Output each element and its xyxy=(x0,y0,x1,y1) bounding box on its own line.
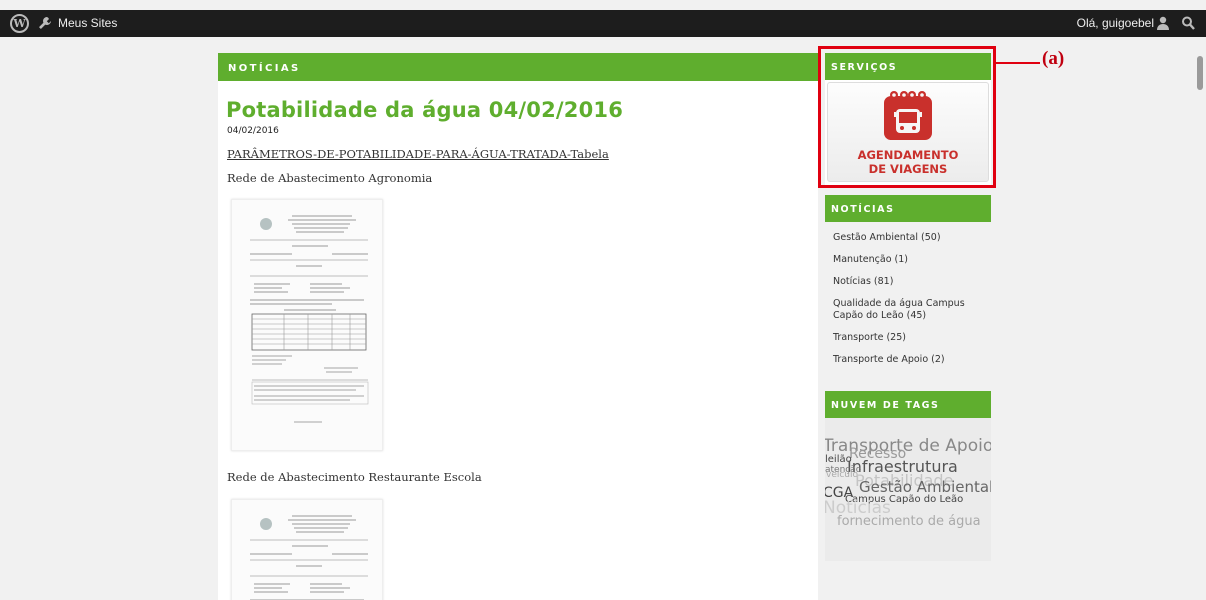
my-sites-label: Meus Sites xyxy=(58,16,118,30)
paragraph-restaurante: Rede de Abastecimento Restaurante Escola xyxy=(227,470,482,484)
section-title: NOTÍCIAS xyxy=(218,53,818,81)
tag-cloud-title: NUVEM DE TAGS xyxy=(825,391,991,418)
search-icon[interactable] xyxy=(1181,15,1195,31)
page-scrollbar[interactable] xyxy=(1196,37,1206,600)
admin-bar: W Meus Sites Olá, guigoebel xyxy=(0,10,1206,37)
attachment-link[interactable]: PARÂMETROS-DE-POTABILIDADE-PARA-ÁGUA-TRA… xyxy=(227,147,609,161)
scrollbar-thumb[interactable] xyxy=(1197,56,1203,90)
annotation-box xyxy=(818,46,996,188)
tag-link[interactable]: fornecimento de água xyxy=(837,512,987,531)
category-link[interactable]: Manutenção (1) xyxy=(833,254,983,266)
tag-link[interactable]: veículo xyxy=(826,470,858,480)
category-link[interactable]: Transporte (25) xyxy=(833,332,983,344)
category-link[interactable]: Qualidade da água Campus Capão do Leão (… xyxy=(833,298,983,322)
category-link[interactable]: Notícias (81) xyxy=(833,276,983,288)
paragraph-agronomia: Rede de Abastecimento Agronomia xyxy=(227,171,433,185)
wrench-icon xyxy=(39,17,51,29)
annotation-label: (a) xyxy=(1042,48,1065,69)
wordpress-icon[interactable]: W xyxy=(10,14,29,33)
tag-cloud-widget: NUVEM DE TAGS Transporte de Apoio Recess… xyxy=(825,391,991,561)
report-image-agronomia[interactable] xyxy=(231,199,383,451)
annotation-line xyxy=(996,62,1040,64)
news-categories-widget: NOTÍCIAS Gestão Ambiental (50) Manutençã… xyxy=(825,195,991,375)
user-icon[interactable] xyxy=(1156,15,1170,31)
user-greeting[interactable]: Olá, guigoebel xyxy=(1077,16,1154,30)
tag-cloud: Transporte de Apoio Recesso leilão Infra… xyxy=(825,418,991,561)
post-title[interactable]: Potabilidade da água 04/02/2016 xyxy=(226,98,623,122)
report-image-restaurante[interactable] xyxy=(231,499,383,600)
news-widget-title: NOTÍCIAS xyxy=(825,195,991,222)
my-sites-menu[interactable]: Meus Sites xyxy=(38,16,117,30)
main-content: NOTÍCIAS Potabilidade da água 04/02/2016… xyxy=(218,53,818,600)
category-link[interactable]: Transporte de Apoio (2) xyxy=(833,354,983,366)
post-date: 04/02/2016 xyxy=(227,126,279,136)
category-link[interactable]: Gestão Ambiental (50) xyxy=(833,232,983,244)
